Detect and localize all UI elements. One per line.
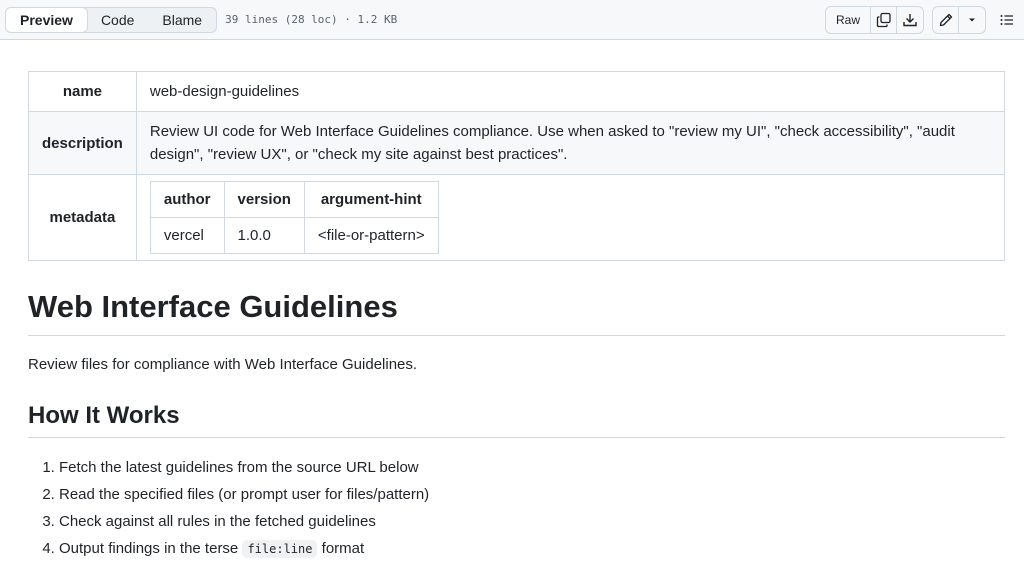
file-info: 39 lines (28 loc) · 1.2 KB <box>225 13 398 26</box>
list-item: Read the specified files (or prompt user… <box>59 481 1005 508</box>
table-row: name web-design-guidelines <box>28 71 1006 112</box>
file-toolbar: Preview Code Blame 39 lines (28 loc) · 1… <box>0 0 1024 40</box>
frontmatter-table: name web-design-guidelines description R… <box>28 71 1006 261</box>
download-button[interactable] <box>897 7 923 33</box>
inline-code: file:line <box>242 540 318 558</box>
view-tabs: Preview Code Blame <box>5 6 218 33</box>
edit-button[interactable] <box>933 6 959 33</box>
page-title: Web Interface Guidelines <box>28 287 1005 336</box>
version-value: 1.0.0 <box>223 217 305 254</box>
intro-paragraph: Review files for compliance with Web Int… <box>28 356 418 373</box>
raw-button-group: Raw <box>824 5 924 34</box>
metadata-table: author version argument-hint vercel 1.0.… <box>149 181 439 254</box>
chevron-down-icon <box>969 18 975 21</box>
metadata-key: metadata <box>28 174 137 261</box>
description-value: Review UI code for Web Interface Guideli… <box>135 111 1006 175</box>
tab-code[interactable]: Code <box>87 8 148 32</box>
description-key: description <box>28 111 137 175</box>
step-text: Output findings in the terse <box>59 540 239 557</box>
more-edit-options-button[interactable] <box>959 7 985 33</box>
steps-list: Fetch the latest guidelines from the sou… <box>28 454 1005 563</box>
author-value: vercel <box>149 217 225 254</box>
raw-button[interactable]: Raw <box>826 6 871 33</box>
argument-hint-value: <file-or-pattern> <box>303 217 439 254</box>
download-icon <box>903 13 917 26</box>
section-heading: How It Works <box>28 401 1005 438</box>
markdown-body: name web-design-guidelines description R… <box>0 40 1024 563</box>
tab-blame[interactable]: Blame <box>148 8 216 32</box>
table-row: description Review UI code for Web Inter… <box>28 111 1006 175</box>
list-item: Output findings in the terse file:line f… <box>59 535 1005 563</box>
tab-preview[interactable]: Preview <box>5 6 88 33</box>
list-icon <box>1000 14 1013 25</box>
pencil-icon <box>939 13 952 26</box>
metadata-value: author version argument-hint vercel 1.0.… <box>135 174 1006 261</box>
author-header: author <box>149 181 225 218</box>
metadata-header-row: author version argument-hint <box>149 181 439 218</box>
version-header: version <box>223 181 305 218</box>
list-item: Fetch the latest guidelines from the sou… <box>59 454 1005 481</box>
list-item: Check against all rules in the fetched g… <box>59 508 1005 535</box>
name-key: name <box>28 71 137 112</box>
step-text-suffix: format <box>321 540 365 557</box>
outline-button[interactable] <box>994 7 1020 33</box>
table-row: metadata author version argument-hint ve… <box>28 174 1006 261</box>
name-value: web-design-guidelines <box>135 71 1006 112</box>
argument-hint-header: argument-hint <box>303 181 439 218</box>
copy-icon <box>876 12 891 27</box>
metadata-value-row: vercel 1.0.0 <file-or-pattern> <box>149 217 439 254</box>
edit-button-group <box>932 5 986 34</box>
copy-raw-button[interactable] <box>871 6 897 33</box>
